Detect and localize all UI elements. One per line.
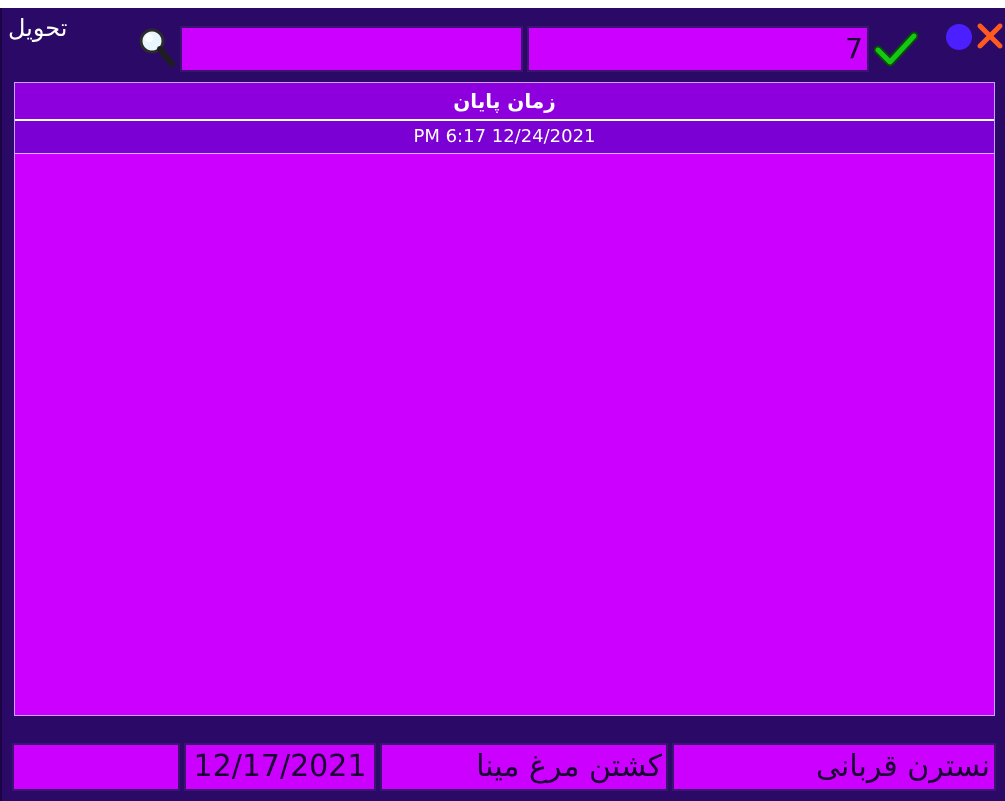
data-grid: زمان پایان PM 6:17 12/24/2021 bbox=[14, 82, 995, 716]
footer-field-1[interactable] bbox=[12, 743, 180, 791]
table-row[interactable]: PM 6:17 12/24/2021 bbox=[15, 121, 994, 154]
task-field[interactable]: کشتن مرغ مینا bbox=[380, 743, 668, 791]
window-title: تحويل bbox=[8, 14, 68, 42]
code-field[interactable]: 7 bbox=[527, 26, 869, 72]
app-window: تحويل 7 زمان پایان PM 6:17 12/24/2021 12… bbox=[0, 8, 1005, 801]
search-icon[interactable] bbox=[137, 26, 175, 70]
close-icon[interactable] bbox=[976, 22, 1004, 50]
search-input[interactable] bbox=[180, 26, 523, 72]
column-header-end-time[interactable]: زمان پایان bbox=[15, 83, 994, 121]
status-dot-icon[interactable] bbox=[946, 24, 972, 50]
check-icon[interactable] bbox=[874, 30, 918, 68]
name-field[interactable]: نسترن قربانی bbox=[672, 743, 996, 791]
date-field[interactable]: 12/17/2021 bbox=[184, 743, 376, 791]
